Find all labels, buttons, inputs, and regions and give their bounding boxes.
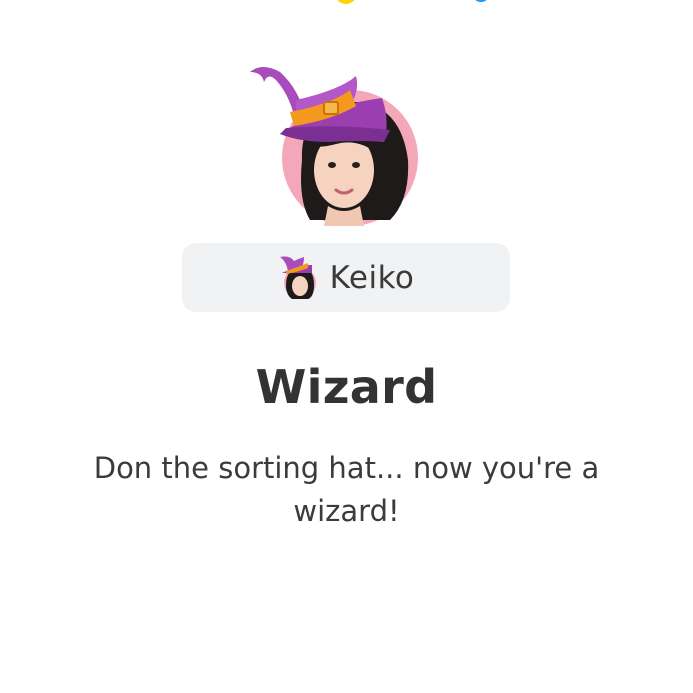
profile-avatar-with-hat [240,50,440,230]
wizard-hat-icon [250,67,390,142]
effect-description: Don the sorting hat... now you're a wiza… [93,451,600,528]
blue-dot [472,0,490,2]
user-name-chip[interactable]: Keiko [182,243,510,312]
top-indicator-dots [0,0,693,4]
mini-avatar-icon [279,256,316,299]
effect-title: Wizard [255,360,438,414]
user-name-label: Keiko [329,259,415,296]
yellow-dot [335,0,357,4]
avatar-illustration [250,67,418,226]
